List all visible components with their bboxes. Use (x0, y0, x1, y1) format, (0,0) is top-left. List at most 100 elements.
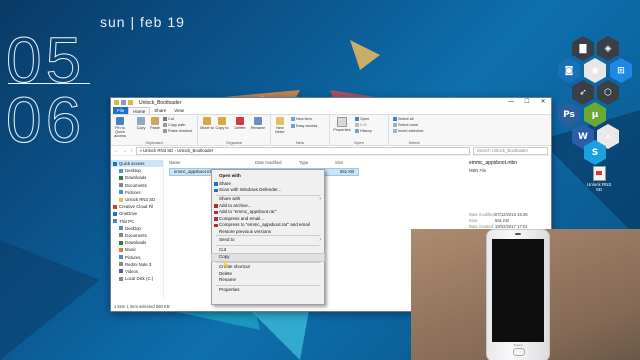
nav-item[interactable]: OneDrive (111, 210, 163, 217)
column-size[interactable]: Size (335, 160, 343, 165)
context-menu-item[interactable]: Cut (212, 247, 324, 254)
select-all-button[interactable]: Select all (393, 117, 413, 121)
paste-icon (151, 117, 159, 125)
column-name[interactable]: Name (169, 160, 180, 165)
nav-item[interactable]: Desktop (111, 225, 163, 232)
nav-item-icon (119, 197, 123, 202)
invert-selection-button[interactable]: Invert selection (393, 129, 424, 133)
nav-item[interactable]: Desktop (111, 167, 163, 174)
new-item-icon (291, 117, 295, 121)
context-menu-item[interactable]: Copy (211, 253, 325, 262)
date-widget: sun | feb 19 (100, 14, 185, 30)
copy-path-button[interactable]: Copy path (163, 123, 185, 127)
nav-item[interactable]: Pictures (111, 189, 163, 196)
minimize-button[interactable]: — (503, 98, 519, 107)
context-menu-label: Share (219, 180, 232, 186)
context-menu-item[interactable]: Rename (212, 277, 324, 284)
context-menu-item[interactable]: Properties (212, 287, 324, 294)
nav-item-label: Creative Cloud Fil (119, 204, 154, 210)
context-menu-item[interactable]: Compress to "emmc_appsboot.rar" and emai… (212, 222, 324, 229)
context-menu-label: Add to "emmc_appsboot.rar" (219, 209, 277, 215)
nav-item-label: Quick access (119, 161, 145, 167)
pin-quick-access-button[interactable]: Pin to Quick access (113, 117, 127, 139)
up-arrow-icon[interactable]: ↑ (130, 148, 133, 154)
maximize-button[interactable]: ☐ (519, 98, 535, 107)
context-menu-label: Cut (219, 247, 227, 252)
context-menu-item[interactable]: Delete (212, 271, 324, 278)
nav-item[interactable]: Downloads (111, 174, 163, 181)
easy-access-button[interactable]: Easy access (291, 124, 317, 128)
delete-button[interactable]: Delete (233, 117, 247, 130)
edit-button[interactable]: Edit (355, 123, 367, 127)
pin-label: Pin to Quick access (114, 126, 126, 139)
address-bar[interactable]: « Unlock RN3 SD › Unlock_Bootloader (135, 146, 470, 155)
nav-item-icon (113, 211, 117, 216)
nav-item[interactable]: Redmi Note 3 (111, 261, 163, 268)
details-size: 561 KB (495, 218, 509, 223)
move-to-icon (203, 117, 211, 125)
close-button[interactable]: ✕ (535, 98, 551, 107)
nav-item[interactable]: Music (111, 246, 163, 253)
paste-shortcut-button[interactable]: Paste shortcut (163, 129, 192, 133)
new-folder-button[interactable]: New folder (273, 117, 287, 134)
rename-button[interactable]: Rename (250, 117, 266, 130)
tab-share[interactable]: Share (150, 107, 170, 114)
context-menu-item[interactable]: Open with (212, 173, 324, 180)
paste-button[interactable]: Paste (149, 117, 161, 130)
tab-view[interactable]: View (170, 107, 188, 114)
copy-button[interactable]: Copy (135, 117, 147, 130)
context-menu-item[interactable]: Scan with Windows Defender... (212, 187, 324, 194)
new-folder-icon[interactable] (128, 100, 133, 105)
navigation-pane: Quick access Desktop Downloads Documents Pic… (111, 160, 164, 300)
nav-item-label: Pictures (125, 254, 141, 260)
folder-icon[interactable] (114, 100, 119, 105)
select-all-label: Select all (398, 117, 414, 121)
history-icon (355, 129, 359, 133)
context-menu-item[interactable]: Compress and email... (212, 216, 324, 223)
nav-item[interactable]: Local Disk (C:) (111, 275, 163, 282)
nav-item[interactable]: Downloads (111, 239, 163, 246)
context-menu-item[interactable]: Add to archive... (212, 203, 324, 210)
cut-label: Cut (168, 117, 174, 121)
submenu-arrow-icon: › (319, 196, 321, 202)
open-button[interactable]: Open (355, 117, 369, 121)
invert-selection-label: Invert selection (398, 129, 424, 133)
nav-item[interactable]: This PC (111, 218, 163, 225)
nav-item[interactable]: Documents (111, 232, 163, 239)
nav-item[interactable]: Unlock RN3 SD (111, 196, 163, 203)
column-type[interactable]: Type (299, 160, 308, 165)
select-none-button[interactable]: Select none (393, 123, 418, 127)
nav-item[interactable]: Documents (111, 182, 163, 189)
copy-to-button[interactable]: Copy to (215, 117, 229, 130)
desktop-file-icon[interactable]: Unlock RN3 SD (584, 166, 614, 193)
phone-image: Xiaomi (486, 229, 550, 360)
tab-file[interactable]: File (113, 107, 129, 114)
history-button[interactable]: History (355, 129, 372, 133)
nav-item[interactable]: Videos (111, 268, 163, 275)
nav-item[interactable]: Pictures (111, 253, 163, 260)
nav-item[interactable]: Quick access (111, 160, 163, 168)
properties-icon[interactable] (121, 100, 126, 105)
search-input[interactable]: Search Unlock_Bootloader (473, 146, 548, 155)
nav-item-icon (119, 240, 123, 245)
context-menu-item[interactable]: Add to "emmc_appsboot.rar" (212, 209, 324, 216)
properties-button[interactable]: Properties (332, 117, 352, 132)
quick-access-toolbar (114, 100, 133, 105)
easy-access-icon (291, 124, 295, 128)
move-to-button[interactable]: Move to (200, 117, 214, 130)
nav-item-icon (119, 226, 123, 231)
column-date-modified[interactable]: Date modified (255, 160, 282, 165)
context-menu-item[interactable]: Create shortcut (212, 264, 324, 271)
title-bar: Unlock_Bootloader — ☐ ✕ (111, 98, 551, 107)
nav-item-label: Unlock RN3 SD (125, 197, 156, 203)
context-menu-label: Add to archive... (219, 202, 252, 208)
new-item-button[interactable]: New item (291, 117, 312, 121)
context-menu-item[interactable]: Share with › (212, 196, 324, 203)
forward-arrow-icon[interactable]: → (122, 148, 127, 154)
back-arrow-icon[interactable]: ← (114, 148, 119, 154)
nav-item[interactable]: Creative Cloud Fil (111, 203, 163, 210)
history-label: History (360, 129, 372, 133)
cut-button[interactable]: Cut (163, 117, 174, 121)
context-menu-item[interactable]: Send to › (212, 237, 324, 244)
context-menu-label: Properties (219, 287, 240, 292)
